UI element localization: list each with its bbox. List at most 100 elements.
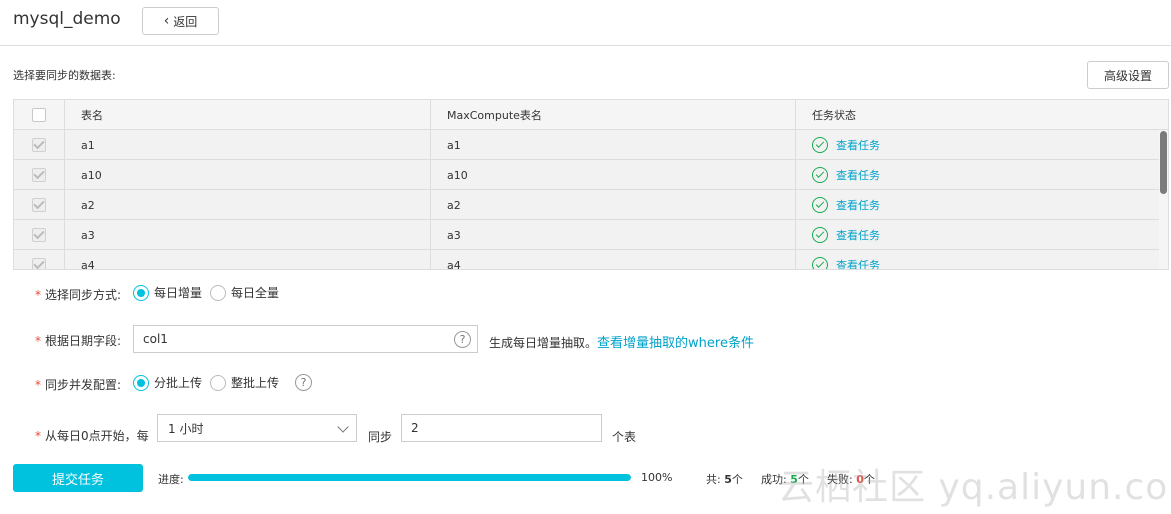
total-count: 共: 5个 [706, 471, 743, 487]
hint-text: 生成每日增量抽取。 [489, 336, 598, 350]
required-mark: * [35, 334, 41, 348]
row-name: a10 [65, 160, 431, 190]
date-field-label: * 根据日期字段: [35, 332, 121, 349]
row-checkbox-cell [14, 250, 65, 269]
row-checkbox-cell [14, 220, 65, 250]
row-status: 查看任务 [796, 220, 1159, 250]
radio-label: 分批上传 [154, 376, 203, 390]
help-icon[interactable]: ? [295, 374, 313, 391]
scrollbar-thumb[interactable] [1160, 131, 1167, 194]
chevron-left-icon: ‹ [163, 13, 170, 29]
sync-label: 同步 [368, 430, 393, 444]
required-mark: * [35, 429, 41, 443]
row-checkbox[interactable] [32, 168, 46, 182]
row-mc-name: a1 [431, 130, 796, 160]
table-count-input[interactable]: 2 [401, 414, 602, 442]
radio-daily-full[interactable]: 每日全量 [210, 284, 279, 301]
progress-percent: 100% [641, 471, 673, 484]
row-status: 查看任务 [796, 130, 1159, 160]
page-header: mysql_demo ‹ 返回 [0, 0, 1171, 46]
chevron-down-icon [337, 421, 349, 433]
concurrency-label: * 同步并发配置: [35, 376, 121, 393]
radio-daily-incremental[interactable]: 每日增量 [133, 284, 202, 301]
required-mark: * [35, 288, 41, 302]
total-label: 共: [706, 473, 721, 486]
table-row: a4 a4 查看任务 [14, 250, 1159, 269]
submit-task-button[interactable]: 提交任务 [13, 464, 143, 492]
row-checkbox[interactable] [32, 258, 46, 269]
radio-batch-upload[interactable]: 分批上传 [133, 374, 202, 391]
sync-mode-label: * 选择同步方式: [35, 286, 121, 303]
check-circle-icon [812, 257, 828, 269]
row-status: 查看任务 [796, 190, 1159, 220]
check-circle-icon [812, 197, 828, 213]
select-all-checkbox[interactable] [32, 108, 46, 122]
row-name: a2 [65, 190, 431, 220]
progress-bar [188, 474, 631, 481]
date-field-label-text: 根据日期字段: [45, 334, 122, 348]
column-header-status: 任务状态 [812, 109, 856, 122]
radio-unselected-icon [210, 284, 227, 301]
help-icon[interactable]: ? [454, 331, 471, 348]
radio-label: 每日增量 [154, 286, 203, 300]
progress-label: 进度: [158, 473, 184, 486]
unit-label: 个表 [612, 430, 637, 444]
table: 表名 MaxCompute表名 任务状态 a1 a1 查看任务 a10 a10 … [13, 99, 1169, 270]
interval-select[interactable]: 1 小时 [157, 414, 357, 442]
sync-mode-label-text: 选择同步方式: [45, 288, 122, 302]
row-mc-name: a3 [431, 220, 796, 250]
view-task-link[interactable]: 查看任务 [836, 137, 880, 153]
radio-label: 每日全量 [231, 286, 280, 300]
schedule-label-text: 从每日0点开始，每 [45, 429, 149, 443]
concurrency-radio-group: 分批上传 整批上传 ? [133, 374, 313, 391]
table-header: 表名 MaxCompute表名 任务状态 [14, 100, 1168, 130]
radio-whole-upload[interactable]: 整批上传 [210, 374, 279, 391]
table-count-value: 2 [411, 421, 419, 435]
view-task-link[interactable]: 查看任务 [836, 167, 880, 183]
view-task-link[interactable]: 查看任务 [836, 227, 880, 243]
row-mc-name: a4 [431, 250, 796, 269]
row-mc-name: a2 [431, 190, 796, 220]
sync-mode-radio-group: 每日增量 每日全量 [133, 284, 281, 301]
concurrency-label-text: 同步并发配置: [45, 378, 122, 392]
check-circle-icon [812, 137, 828, 153]
date-field-input[interactable]: col1 ? [133, 325, 478, 353]
date-field-hint: 生成每日增量抽取。查看增量抽取的where条件 [489, 332, 754, 351]
page-title: mysql_demo [13, 9, 121, 29]
row-status: 查看任务 [796, 250, 1159, 269]
required-mark: * [35, 378, 41, 392]
check-circle-icon [812, 167, 828, 183]
where-condition-link[interactable]: 查看增量抽取的where条件 [597, 336, 754, 351]
view-task-link[interactable]: 查看任务 [836, 197, 880, 213]
progress-fill [188, 474, 631, 481]
column-header-name: 表名 [65, 100, 431, 130]
table-row: a3 a3 查看任务 [14, 220, 1159, 250]
row-status: 查看任务 [796, 160, 1159, 190]
radio-unselected-icon [210, 374, 227, 391]
row-checkbox[interactable] [32, 228, 46, 242]
total-value: 5 [724, 473, 732, 486]
table-row: a10 a10 查看任务 [14, 160, 1159, 190]
advanced-settings-button[interactable]: 高级设置 [1087, 61, 1169, 89]
interval-value: 1 小时 [168, 421, 204, 436]
table-row: a1 a1 查看任务 [14, 130, 1159, 160]
row-checkbox[interactable] [32, 198, 46, 212]
view-task-link[interactable]: 查看任务 [836, 257, 880, 269]
row-checkbox-cell [14, 190, 65, 220]
row-checkbox-cell [14, 160, 65, 190]
row-checkbox[interactable] [32, 138, 46, 152]
row-name: a4 [65, 250, 431, 269]
table-row: a2 a2 查看任务 [14, 190, 1159, 220]
section-label: 选择要同步的数据表: [13, 69, 116, 82]
radio-selected-icon [133, 284, 149, 301]
schedule-label: * 从每日0点开始，每 [35, 427, 149, 444]
back-button[interactable]: ‹ 返回 [142, 7, 219, 35]
table-scrollbar[interactable] [1159, 130, 1168, 269]
row-name: a1 [65, 130, 431, 160]
count-unit: 个 [731, 473, 743, 486]
watermark: 云栖社区 yq.aliyun.com [778, 467, 1171, 508]
column-header-mc-name: MaxCompute表名 [431, 100, 796, 130]
back-button-label: 返回 [173, 14, 198, 29]
radio-label: 整批上传 [231, 376, 280, 390]
check-circle-icon [812, 227, 828, 243]
